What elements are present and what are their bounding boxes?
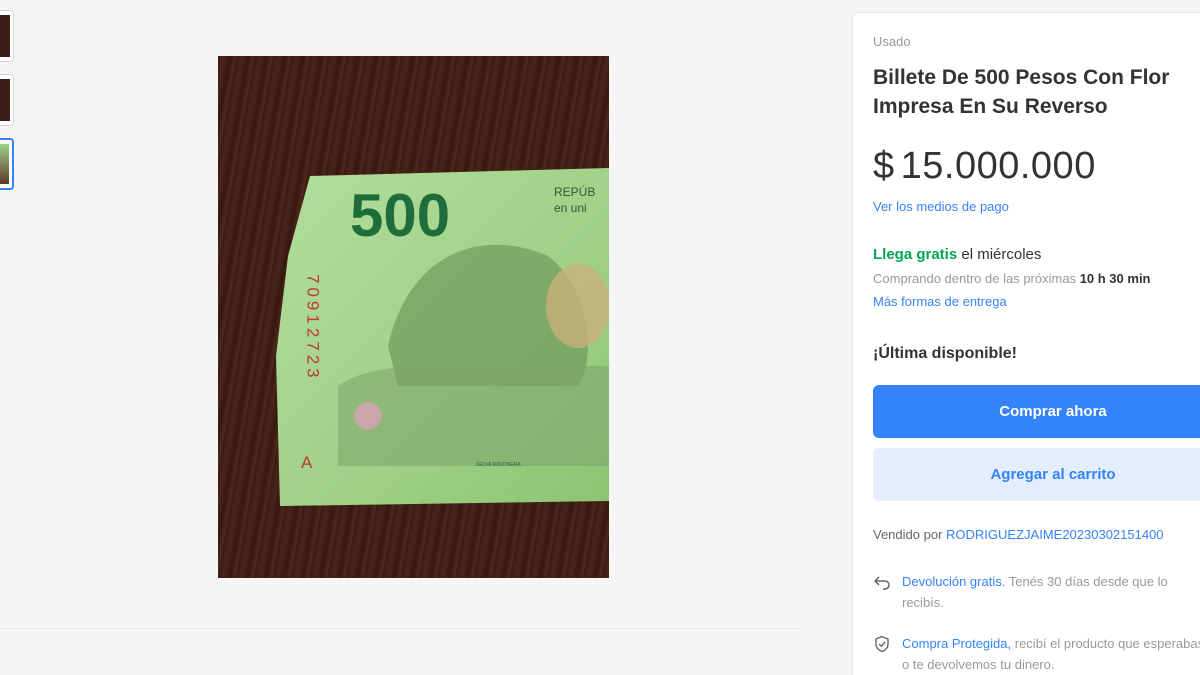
free-returns-link[interactable]: Devolución gratis. <box>902 574 1005 589</box>
banknote-header-1: REPÚB <box>554 184 595 199</box>
thumbnail-3[interactable] <box>0 138 14 190</box>
purchase-panel: Usado Billete De 500 Pesos Con Flor Impr… <box>852 12 1200 675</box>
thumbnail-1[interactable] <box>0 10 14 62</box>
flower-print <box>354 402 382 430</box>
currency-symbol: $ <box>873 145 895 187</box>
price: $15.000.000 <box>873 145 1096 188</box>
product-photo: 500 REPÚB en uni 70912723 A SELVA MISION… <box>218 56 609 578</box>
banknote-denomination: 500 <box>350 182 450 249</box>
banknote-portrait-art <box>546 264 609 348</box>
shield-check-icon <box>875 635 889 653</box>
protected-purchase-link[interactable]: Compra Protegida, <box>902 636 1011 651</box>
thumbnail-list <box>0 10 16 202</box>
free-shipping-label: Llega gratis <box>873 246 958 263</box>
shipping-countdown: Comprando dentro de las próximas 10 h 30… <box>873 271 1151 286</box>
return-arrow-icon <box>873 576 890 590</box>
condition-label: Usado <box>873 34 911 49</box>
gallery-divider <box>0 628 800 629</box>
countdown-value: 10 h 30 min <box>1079 271 1151 286</box>
returns-info: Devolución gratis. Tenés 30 días desde q… <box>873 571 1200 613</box>
seller-info: Vendido por RODRIGUEZJAIME20230302151400 <box>873 527 1164 542</box>
shipping-condition: Comprando dentro de las próximas <box>873 271 1077 286</box>
stock-label: ¡Última disponible! <box>873 345 1017 362</box>
product-title: Billete De 500 Pesos Con Flor Impresa En… <box>873 66 1170 118</box>
more-shipping-link[interactable]: Más formas de entrega <box>873 294 1007 309</box>
price-amount: 15.000.000 <box>900 145 1096 187</box>
product-gallery: 500 REPÚB en uni 70912723 A SELVA MISION… <box>0 0 840 675</box>
banknote-serial-letter: A <box>301 453 313 472</box>
banknote-header-2: en uni <box>554 201 587 215</box>
payment-methods-link[interactable]: Ver los medios de pago <box>873 199 1009 214</box>
add-to-cart-button[interactable]: Agregar al carrito <box>873 448 1200 501</box>
banknote-serial: 70912723 <box>304 274 323 382</box>
protected-purchase-info: Compra Protegida, recibí el producto que… <box>873 633 1200 675</box>
shipping-info: Llega gratis el miércoles <box>873 246 1041 263</box>
thumbnail-2[interactable] <box>0 74 14 126</box>
seller-link[interactable]: RODRIGUEZJAIME20230302151400 <box>946 527 1164 542</box>
seller-prefix: Vendido por <box>873 527 943 542</box>
shipping-day: el miércoles <box>961 246 1042 263</box>
buy-now-button[interactable]: Comprar ahora <box>873 385 1200 438</box>
banknote-photo: 500 REPÚB en uni 70912723 A SELVA MISION… <box>276 168 609 506</box>
banknote-small-text: SELVA MISIONERA <box>476 462 521 468</box>
